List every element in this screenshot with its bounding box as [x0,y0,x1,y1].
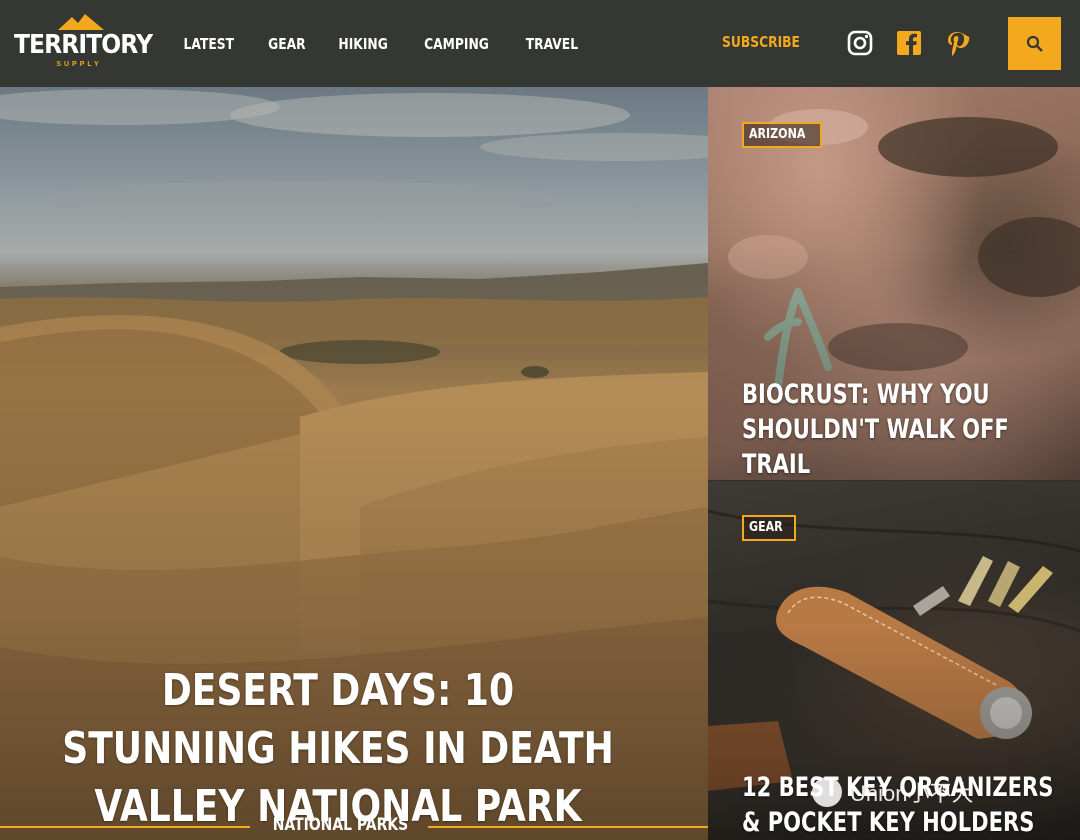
card-tag-label: ARIZONA [749,127,806,142]
nav-hiking[interactable]: HIKING [332,35,394,53]
site-logo[interactable]: TERRITORY SUPPLY [14,14,153,74]
subscribe-link[interactable]: SUBSCRIBE [722,33,800,51]
facebook-icon[interactable] [896,30,922,56]
wechat-icon [812,777,842,807]
search-button[interactable] [1008,17,1061,70]
article-card-biocrust[interactable]: ARIZONA BIOCRUST: WHY YOU SHOULDN'T WALK… [708,87,1080,480]
watermark-text: Union小不大 [850,781,974,806]
nav-camping[interactable]: CAMPING [418,35,496,53]
hero-title[interactable]: DESERT DAYS: 10 STUNNING HIKES IN DEATH … [61,662,615,836]
category-divider-left [0,826,250,828]
card-tag[interactable]: ARIZONA [742,122,823,148]
instagram-icon[interactable] [847,30,873,56]
nav-travel[interactable]: TRAVEL [520,35,585,53]
mountain-logo-icon [58,14,104,30]
card-tag[interactable]: GEAR [742,515,796,541]
logo-wordmark: TERRITORY [14,30,153,60]
hero-feature[interactable]: DESERT DAYS: 10 STUNNING HIKES IN DEATH … [0,87,708,840]
watermark: Union小不大 [812,776,973,808]
card-title[interactable]: BIOCRUST: WHY YOU SHOULDN'T WALK OFF TRA… [742,377,1054,480]
nav-gear[interactable]: GEAR [261,35,312,53]
search-icon [1026,35,1043,52]
logo-tagline: SUPPLY [56,61,102,68]
pinterest-icon[interactable] [944,30,970,56]
category-divider-right [428,826,708,828]
card-tag-label: GEAR [749,520,783,535]
hero-category-row: NATIONAL PARKS [0,815,708,839]
site-header: TERRITORY SUPPLY LATEST GEAR HIKING CAMP… [0,0,1080,87]
hero-category-link[interactable]: NATIONAL PARKS [273,815,408,835]
nav-latest[interactable]: LATEST [177,35,241,53]
main-nav: LATEST GEAR HIKING CAMPING TRAVEL [170,0,600,87]
